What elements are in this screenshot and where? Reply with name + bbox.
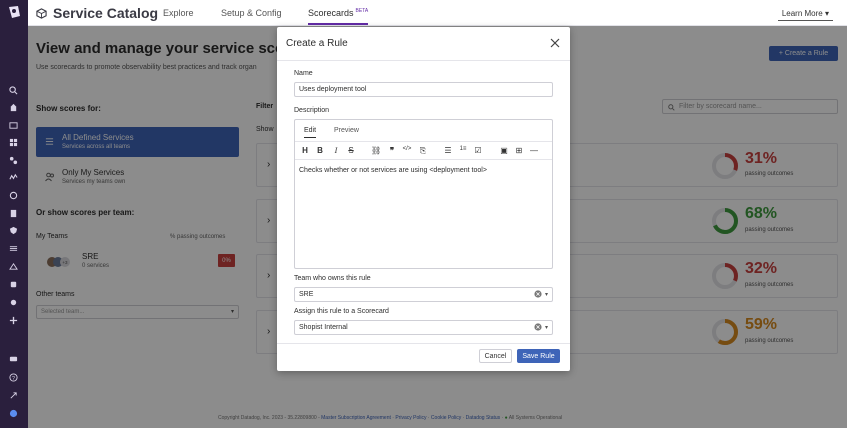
chevron-down-icon[interactable]: ▾ — [545, 324, 548, 331]
task-list-icon[interactable]: ☑ — [473, 146, 483, 155]
modal-divider — [277, 343, 570, 344]
service-catalog-icon — [36, 7, 47, 19]
name-label: Name — [294, 70, 313, 77]
tab-scorecards[interactable]: Scorecards BETA — [308, 8, 369, 25]
learn-more-dropdown[interactable]: Learn More ▾ — [777, 7, 833, 21]
tab-setup-config[interactable]: Setup & Config — [221, 8, 282, 18]
horizontal-rule-icon[interactable]: — — [529, 146, 539, 155]
modal-title: Create a Rule — [286, 38, 348, 49]
scorecard-assign-label: Assign this rule to a Scorecard — [294, 308, 389, 315]
tab-explore[interactable]: Explore — [163, 8, 194, 18]
tab-scorecards-label: Scorecards — [308, 8, 354, 18]
link-icon[interactable]: ⛓ — [371, 146, 381, 155]
description-textarea[interactable]: Checks whether or not services are using… — [299, 167, 487, 174]
modal-divider — [277, 60, 570, 61]
cancel-button[interactable]: Cancel — [479, 349, 512, 363]
expand-icon[interactable] — [9, 391, 18, 400]
quote-icon[interactable]: ❞ — [387, 146, 397, 155]
integrations-icon[interactable] — [9, 191, 18, 200]
save-rule-button[interactable]: Save Rule — [517, 349, 560, 363]
select-controls: ▾ — [534, 323, 548, 331]
network-icon[interactable] — [9, 262, 18, 271]
help-chat-icon[interactable] — [9, 355, 18, 364]
rule-name-input[interactable]: Uses deployment tool — [294, 82, 553, 97]
apm-icon[interactable] — [9, 209, 18, 218]
italic-icon[interactable]: I — [331, 146, 341, 155]
heading-icon[interactable]: H — [300, 146, 310, 155]
tab-preview[interactable]: Preview — [334, 127, 359, 134]
svg-text:?: ? — [12, 376, 15, 382]
clear-icon[interactable] — [534, 323, 542, 331]
bullet-list-icon[interactable]: ☰ — [443, 146, 453, 155]
left-navigation: ? — [0, 0, 28, 428]
team-owner-value: SRE — [299, 291, 314, 298]
user-avatar-icon[interactable] — [9, 409, 18, 418]
numbered-list-icon[interactable]: 1≡ — [458, 146, 468, 152]
clear-icon[interactable] — [534, 290, 542, 298]
bold-icon[interactable]: B — [315, 146, 325, 155]
security-icon[interactable] — [9, 226, 18, 235]
chevron-down-icon[interactable]: ▾ — [545, 291, 548, 298]
synthetics-icon[interactable] — [9, 298, 18, 307]
monitors-icon[interactable] — [9, 173, 18, 182]
select-controls: ▾ — [534, 290, 548, 298]
tab-edit[interactable]: Edit — [304, 127, 317, 138]
app-title: Service Catalog — [53, 5, 159, 21]
ci-icon[interactable] — [9, 316, 18, 325]
top-bar: Service Catalog Explore Setup & Config S… — [28, 0, 847, 26]
dashboards-icon[interactable] — [9, 138, 18, 147]
description-label: Description — [294, 107, 330, 114]
beta-badge: BETA — [355, 8, 369, 14]
code-block-icon[interactable]: ⎘ — [418, 146, 428, 156]
table-icon[interactable]: ⊞ — [514, 146, 524, 155]
logs-icon[interactable] — [9, 244, 18, 253]
create-rule-modal: Create a Rule Name Uses deployment tool … — [277, 27, 570, 371]
strikethrough-icon[interactable]: S — [346, 146, 356, 155]
chevron-down-icon: ▾ — [824, 9, 829, 18]
rule-name-value: Uses deployment tool — [299, 86, 367, 93]
watchdog-icon[interactable] — [9, 103, 18, 112]
help-icon[interactable]: ? — [9, 373, 18, 382]
description-editor: Edit Preview H B I S ⛓ ❞ </> ⎘ ☰ 1≡ ☑ ▣ … — [294, 119, 553, 269]
scorecard-select[interactable]: Shopist Internal ▾ — [294, 320, 553, 335]
close-icon[interactable] — [550, 38, 560, 48]
datadog-logo-icon[interactable] — [6, 4, 22, 20]
rum-icon[interactable] — [9, 280, 18, 289]
learn-more-label: Learn More — [781, 9, 823, 18]
brand: Service Catalog — [36, 5, 158, 21]
search-icon[interactable] — [9, 86, 18, 95]
code-icon[interactable]: </> — [402, 146, 412, 152]
editor-toolbar: H B I S ⛓ ❞ </> ⎘ ☰ 1≡ ☑ ▣ ⊞ — — [295, 141, 552, 160]
events-icon[interactable] — [9, 121, 18, 130]
infrastructure-icon[interactable] — [9, 156, 18, 165]
image-icon[interactable]: ▣ — [499, 146, 509, 155]
team-owner-label: Team who owns this rule — [294, 275, 371, 282]
team-owner-select[interactable]: SRE ▾ — [294, 287, 553, 302]
scorecard-value: Shopist Internal — [299, 324, 348, 331]
